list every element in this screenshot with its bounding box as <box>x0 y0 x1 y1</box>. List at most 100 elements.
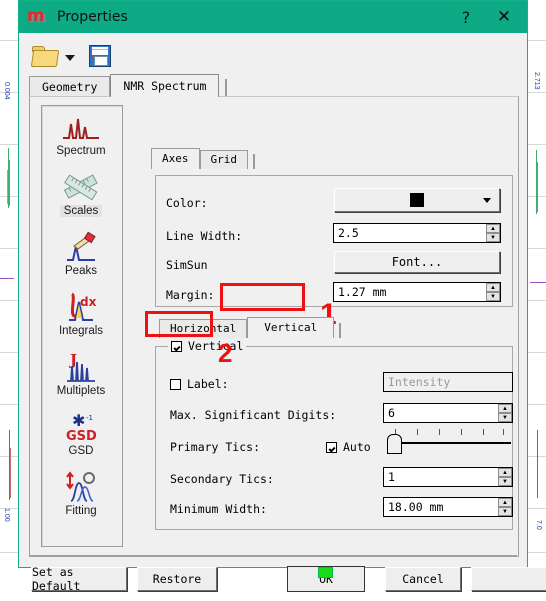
set-as-default-button[interactable]: Set as Default <box>31 565 127 593</box>
sidebar-item-fitting[interactable]: Fitting <box>42 466 120 526</box>
line-width-input[interactable]: 2.5 <box>333 223 501 243</box>
gsd-asterisk-icon: ✱ -1 GSD <box>59 410 103 444</box>
tab-axes[interactable]: Axes <box>151 148 200 169</box>
line-width-stepper[interactable]: ▲ ▼ <box>486 224 500 242</box>
rulers-icon <box>59 170 103 204</box>
line-width-label: Line Width: <box>166 229 243 243</box>
orientation-tab-bar: Horizontal Vertical <box>159 317 342 338</box>
cancel-button[interactable]: Cancel <box>385 567 461 591</box>
j-multiplets-icon: J <box>59 350 103 384</box>
axis-label-input[interactable]: Intensity <box>383 372 513 392</box>
fitting-curves-icon <box>59 470 103 504</box>
stepper-up-icon[interactable]: ▲ <box>486 224 500 233</box>
tab-vertical[interactable]: Vertical <box>247 317 335 338</box>
vertical-enable-checkbox-wrap[interactable]: Vertical <box>168 339 247 353</box>
mnova-m-logo-icon: mm <box>27 6 47 27</box>
tab-grid[interactable]: Grid <box>199 150 248 169</box>
primary-tics-auto-checkbox[interactable] <box>326 441 337 453</box>
slider-track[interactable] <box>387 442 511 444</box>
properties-dialog: mm Properties ? ✕ Geometry NMR Spectrum <box>18 0 546 593</box>
dialog-button-bar: Set as Default Restore OK Cancel <box>19 555 546 601</box>
restore-button[interactable]: Restore <box>137 567 217 591</box>
sidebar-item-multiplets-label: Multiplets <box>56 385 106 397</box>
category-rail: Spectrum Scales Peaks dx Integrals J Mul… <box>41 105 123 547</box>
font-button[interactable]: Font... <box>334 251 500 273</box>
close-button[interactable]: ✕ <box>487 1 521 33</box>
axis-label-text: Label: <box>187 377 229 391</box>
chevron-down-icon[interactable] <box>65 54 75 61</box>
margin-label: Margin: <box>166 288 215 302</box>
sidebar-item-gsd[interactable]: ✱ -1 GSD GSD <box>42 406 120 466</box>
stepper-down-icon[interactable]: ▼ <box>498 507 512 516</box>
primary-tics-slider[interactable] <box>387 427 511 454</box>
stepper-down-icon[interactable]: ▼ <box>498 477 512 486</box>
tab-horizontal[interactable]: Horizontal <box>159 319 248 338</box>
color-label: Color: <box>166 196 208 210</box>
tab-bar-divider <box>225 79 228 97</box>
minimum-width-label: Minimum Width: <box>170 502 267 516</box>
sidebar-item-scales[interactable]: Scales <box>42 166 120 226</box>
color-combobox[interactable] <box>334 188 500 212</box>
stepper-down-icon[interactable]: ▼ <box>486 233 500 242</box>
font-name-label: SimSun <box>166 258 208 272</box>
sidebar-item-spectrum[interactable]: Spectrum <box>42 106 120 166</box>
axis-label-checkbox[interactable] <box>170 378 181 390</box>
svg-text:dx: dx <box>80 295 97 309</box>
stepper-up-icon[interactable]: ▲ <box>498 498 512 507</box>
slider-thumb[interactable] <box>387 434 402 454</box>
integral-dx-icon: dx <box>59 290 103 324</box>
help-bottom-button[interactable] <box>471 567 546 591</box>
secondary-tics-stepper[interactable]: ▲ ▼ <box>498 468 512 486</box>
color-swatch <box>410 193 424 207</box>
svg-text:GSD: GSD <box>66 429 97 444</box>
outer-tab-bar: Geometry NMR Spectrum <box>29 74 228 97</box>
dialog-toolbar <box>27 39 111 73</box>
stepper-up-icon[interactable]: ▲ <box>486 283 500 292</box>
minimum-width-input[interactable]: 18.00 mm <box>383 497 513 517</box>
window-resize-handle[interactable] <box>318 567 333 578</box>
sidebar-item-peaks[interactable]: Peaks <box>42 226 120 286</box>
vertical-enable-label: Vertical <box>188 339 244 353</box>
button-bar-divider <box>29 555 517 556</box>
max-significant-digits-stepper[interactable]: ▲ ▼ <box>498 404 512 422</box>
margin-stepper[interactable]: ▲ ▼ <box>486 283 500 301</box>
primary-tics-label: Primary Tics: <box>170 440 261 454</box>
sidebar-item-integrals[interactable]: dx Integrals <box>42 286 120 346</box>
stepper-down-icon[interactable]: ▼ <box>498 413 512 422</box>
svg-text:✱: ✱ <box>72 411 85 430</box>
open-folder-icon[interactable] <box>30 44 60 68</box>
primary-tics-auto-wrap[interactable]: Auto <box>326 436 371 458</box>
minimum-width-stepper[interactable]: ▲ ▼ <box>498 498 512 516</box>
stepper-up-icon[interactable]: ▲ <box>498 468 512 477</box>
sidebar-item-integrals-label: Integrals <box>58 325 104 337</box>
orientation-tab-divider <box>339 323 342 338</box>
stepper-down-icon[interactable]: ▼ <box>486 292 500 301</box>
sidebar-item-scales-label: Scales <box>59 205 103 217</box>
spectrum-peaks-icon <box>59 110 103 144</box>
hand-pointer-peak-icon <box>59 230 103 264</box>
dialog-titlebar: mm Properties ? ✕ <box>19 1 527 33</box>
sidebar-item-fitting-label: Fitting <box>65 505 97 517</box>
dialog-body: Geometry NMR Spectrum Spectrum Scales Pe… <box>19 33 546 593</box>
stepper-up-icon[interactable]: ▲ <box>498 404 512 413</box>
secondary-tics-label: Secondary Tics: <box>170 472 274 486</box>
tab-geometry[interactable]: Geometry <box>29 76 111 97</box>
floppy-save-icon[interactable] <box>89 45 111 67</box>
chevron-down-icon <box>483 198 491 203</box>
sidebar-item-multiplets[interactable]: J Multiplets <box>42 346 120 406</box>
secondary-tics-input[interactable]: 1 <box>383 467 513 487</box>
svg-text:-1: -1 <box>86 414 93 422</box>
sidebar-item-spectrum-label: Spectrum <box>56 145 106 157</box>
axis-label-checkbox-wrap[interactable]: Label: <box>170 373 229 395</box>
inner-tab-divider <box>253 154 255 169</box>
max-significant-digits-label: Max. Significant Digits: <box>170 408 337 422</box>
primary-tics-auto-label: Auto <box>343 440 371 454</box>
vertical-enable-checkbox[interactable] <box>171 340 182 352</box>
margin-input[interactable]: 1.27 mm <box>333 282 501 302</box>
inner-tab-bar: Axes Grid <box>151 148 255 169</box>
max-significant-digits-input[interactable]: 6 <box>383 403 513 423</box>
sidebar-item-peaks-label: Peaks <box>65 265 97 277</box>
help-button[interactable]: ? <box>449 1 483 33</box>
tab-nmr-spectrum[interactable]: NMR Spectrum <box>110 74 220 97</box>
dialog-title: Properties <box>57 9 128 25</box>
